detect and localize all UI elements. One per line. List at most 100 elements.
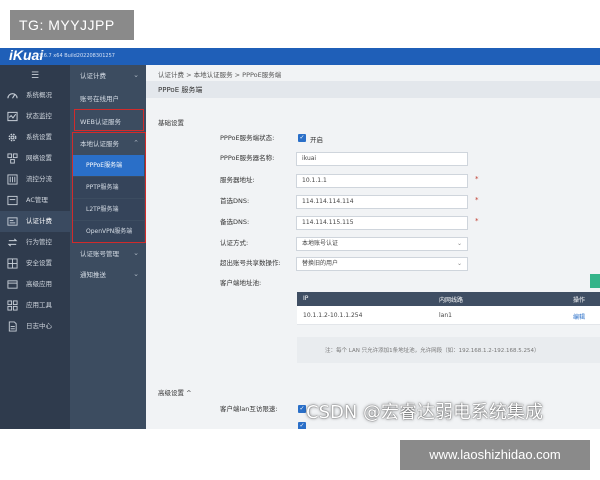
advanced-section-title[interactable]: 高级设置 ^ [158,387,192,397]
subnav-online-users[interactable]: 账号在线用户 [70,89,146,110]
security-icon [7,258,18,269]
nav-behavior-label: 行为管控 [26,238,52,246]
app-window: iKuai 3.6.7 x64 Build202208301257 ☰ 系统概况… [0,48,600,429]
log-icon [7,321,18,332]
network-icon [7,153,18,164]
flow-icon [7,174,18,185]
chevron-down-icon: ⌄ [133,249,139,257]
subnav-account-mgmt-label: 认证账号管理 [80,250,119,258]
nav-log[interactable]: 日志中心 [0,316,70,337]
nav-auth-label: 认证计费 [26,217,52,225]
secondary-dns-input[interactable]: 114.114.115.115 [296,216,468,230]
server-address-input[interactable]: 10.1.1.1 [296,174,468,188]
ac-icon [7,195,18,206]
lan-limit-checkbox[interactable]: ✓ [298,405,306,413]
extra-checkbox[interactable]: ✓ [298,422,306,429]
nav-advanced-label: 高级应用 [26,280,52,288]
subnav-pptp-server-label: PPTP服务端 [86,184,119,191]
nav-network[interactable]: 网络设置 [0,148,70,169]
auth-method-select[interactable]: 本地账号认证 ⌄ [296,237,468,251]
page-title: PPPoE 服务端 [158,86,203,94]
main-content: 认证计费 > 本地认证服务 > PPPoE服务端 PPPoE 服务端 基础设置 … [146,65,600,429]
subnav-pppoe-server[interactable]: PPPoE服务端 [73,155,144,176]
nav-ac-label: AC管理 [26,196,48,204]
share-action-label: 超出账号共享数操作: [220,259,281,267]
subnav-openvpn-server-label: OpenVPN服务端 [86,228,133,235]
tools-icon [7,300,18,311]
nav-monitor[interactable]: 状态监控 [0,106,70,127]
share-action-value: 替换旧的用户 [302,260,339,267]
subnav-account-mgmt[interactable]: 认证账号管理 ⌄ [70,244,146,265]
dashboard-icon [7,90,18,101]
nav-behavior[interactable]: 行为管控 [0,232,70,253]
nav-security[interactable]: 安全设置 [0,253,70,274]
secondary-dns-label: 备选DNS: [220,218,250,226]
csdn-watermark: CSDN @宏睿达弱电系统集成 [306,402,544,423]
behavior-icon [7,237,18,248]
chevron-down-icon: ⌄ [133,71,139,79]
subnav-openvpn-server[interactable]: OpenVPN服务端 [73,221,144,242]
gear-icon [7,132,18,143]
nav-security-label: 安全设置 [26,259,52,267]
lan-limit-label: 客户端lan互访限速: [220,405,278,413]
status-checkbox-label: 开启 [310,136,323,144]
page-header: PPPoE 服务端 [146,81,600,98]
required-mark: * [475,196,479,204]
auth-method-label: 认证方式: [220,239,249,247]
site-badge: www.laoshizhidao.com [400,440,590,470]
column-action: 操作 [573,297,586,304]
chevron-up-icon: ⌃ [133,139,139,147]
auth-icon [7,216,18,227]
server-name-input[interactable]: ikuai [296,152,468,166]
subnav-notify-label: 通知推送 [80,271,106,279]
hint-text: 注：每个 LAN 只允许添加1条地址池，允许网段（如：192.168.1.2-1… [325,348,540,354]
subnav-l2tp-server[interactable]: L2TP服务端 [73,199,144,220]
chevron-down-icon: ⌄ [133,270,139,278]
subnav-online-users-label: 账号在线用户 [80,95,119,103]
chevron-down-icon: ⌄ [456,260,462,267]
row-ip: 10.1.1.2-10.1.1.254 [303,312,363,319]
subnav-pptp-server[interactable]: PPTP服务端 [73,177,144,198]
tg-tag-badge: TG: MYYJJPP [10,10,134,40]
advanced-icon [7,279,18,290]
nav-ac[interactable]: AC管理 [0,190,70,211]
subnav-notify[interactable]: 通知推送 ⌄ [70,265,146,286]
nav-tools[interactable]: 应用工具 [0,295,70,316]
top-bar: iKuai 3.6.7 x64 Build202208301257 [0,48,600,65]
subnav-l2tp-server-label: L2TP服务端 [86,206,119,213]
subnav-group-title[interactable]: 认证计费 ⌄ [70,66,146,87]
nav-system-settings-label: 系统设置 [26,133,52,141]
version-label: 3.6.7 x64 Build202208301257 [39,53,115,59]
column-lan-line: 内网线路 [439,297,464,304]
menu-toggle-icon[interactable]: ☰ [31,71,39,81]
nav-flow[interactable]: 流控分流 [0,169,70,190]
secondary-sidebar: 认证计费 ⌄ 账号在线用户 WEB认证服务 本地认证服务 ⌃ PPPoE服务端 … [70,65,146,429]
subnav-group-title-label: 认证计费 [80,72,106,80]
nav-dashboard-label: 系统概况 [26,91,52,99]
edit-link[interactable]: 编辑 [573,312,585,321]
nav-auth[interactable]: 认证计费 [0,211,70,232]
nav-flow-label: 流控分流 [26,175,52,183]
nav-log-label: 日志中心 [26,322,52,330]
row-lan-line: lan1 [439,312,452,319]
subnav-web-auth[interactable]: WEB认证服务 [70,112,146,133]
table-header: IP 内网线路 操作 [297,292,600,306]
primary-dns-input[interactable]: 114.114.114.114 [296,195,468,209]
required-mark: * [475,217,479,225]
status-checkbox[interactable]: ✓ [298,134,306,142]
chevron-down-icon: ⌄ [456,240,462,247]
auth-method-value: 本地账号认证 [302,240,339,247]
add-pool-button[interactable] [590,274,600,288]
nav-dashboard[interactable]: 系统概况 [0,85,70,106]
nav-system-settings[interactable]: 系统设置 [0,127,70,148]
address-pool-label: 客户端地址池: [220,279,262,287]
server-name-label: PPPoE服务器名称: [220,154,275,162]
required-mark: * [475,175,479,183]
subnav-local-auth[interactable]: 本地认证服务 ⌃ [70,134,146,155]
share-action-select[interactable]: 替换旧的用户 ⌄ [296,257,468,271]
basic-section-title: 基础设置 [158,119,184,127]
breadcrumb: 认证计费 > 本地认证服务 > PPPoE服务端 [158,71,282,79]
nav-advanced[interactable]: 高级应用 [0,274,70,295]
subnav-web-auth-label: WEB认证服务 [80,118,121,126]
chevron-up-icon: ^ [186,389,192,397]
